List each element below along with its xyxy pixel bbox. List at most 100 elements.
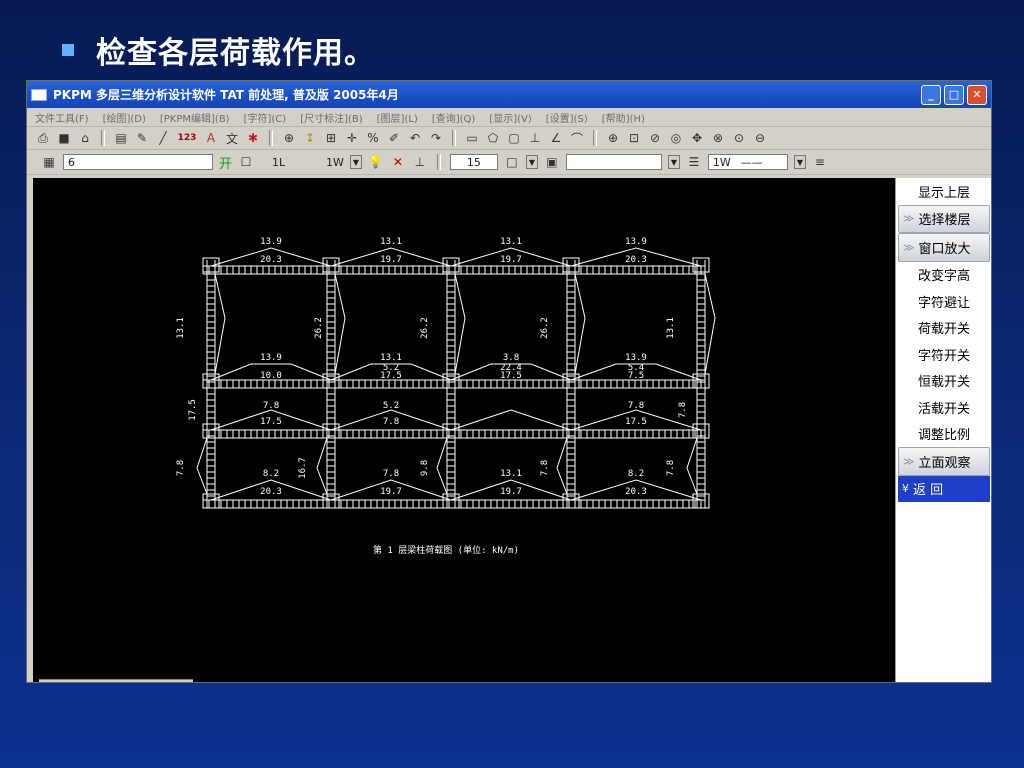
- zoom-extent-icon[interactable]: ⊗: [710, 130, 726, 146]
- lock-icon[interactable]: ⊥: [412, 154, 428, 170]
- side-item-load-toggle[interactable]: 荷载开关: [896, 315, 991, 342]
- box-icon[interactable]: ▢: [506, 130, 522, 146]
- chevron-down-icon[interactable]: ▼: [349, 155, 362, 169]
- column-load-line: [334, 273, 346, 375]
- chevron-down-icon[interactable]: ▼: [793, 155, 806, 169]
- menu-item[interactable]: [尺寸标注](B): [300, 110, 362, 125]
- open-icon[interactable]: ⌂: [77, 130, 93, 146]
- side-item-window-zoom[interactable]: ≫ 窗口放大: [898, 233, 990, 262]
- zoom-prev-icon[interactable]: ⊘: [647, 130, 663, 146]
- zoom-out-icon[interactable]: ⊖: [752, 130, 768, 146]
- load-value-label: 7.8: [383, 417, 399, 427]
- menu-item[interactable]: [显示](V): [489, 110, 531, 125]
- checkbox-icon[interactable]: ☐: [238, 154, 254, 170]
- color-swatch-icon[interactable]: □: [504, 154, 520, 170]
- slide-title: 检查各层荷载作用。: [62, 30, 375, 71]
- bulb-icon[interactable]: 💡: [368, 154, 384, 170]
- column-load-line: [436, 437, 448, 495]
- menu-lines-icon[interactable]: ≡: [812, 154, 828, 170]
- load-value-label: 13.1: [500, 237, 522, 247]
- zoom-all-icon[interactable]: ◎: [668, 130, 684, 146]
- menu-item[interactable]: [图层](L): [377, 110, 418, 125]
- column-box: [562, 257, 580, 273]
- zoom-dynamic-icon[interactable]: ✥: [689, 130, 705, 146]
- pen-icon[interactable]: ✐: [386, 130, 402, 146]
- redo-icon[interactable]: ↷: [428, 130, 444, 146]
- crosshair-icon[interactable]: ✛: [344, 130, 360, 146]
- load-value-label: 17.5: [260, 417, 282, 427]
- side-item-adjust-scale[interactable]: 调整比例: [896, 421, 991, 448]
- drawing-canvas[interactable]: 13.9 20.3 13.9 10.0 7.8 17.5 8.2 20.3 13.1 19.7 13…: [33, 178, 895, 682]
- number-input[interactable]: 15: [449, 154, 498, 170]
- side-item-live-load-toggle[interactable]: 活载开关: [896, 394, 991, 421]
- menu-item[interactable]: [查询](Q): [432, 110, 475, 125]
- load-value-label: 7.8: [540, 460, 550, 476]
- maximize-icon[interactable]: □: [944, 84, 964, 105]
- undo-icon[interactable]: ↶: [407, 130, 423, 146]
- load-value-label: 7.5: [628, 371, 644, 381]
- chevron-down-icon[interactable]: ▼: [667, 155, 680, 169]
- color-select[interactable]: [565, 154, 662, 170]
- rect-icon[interactable]: ▭: [464, 130, 480, 146]
- load-value-label: 7.8: [383, 469, 399, 479]
- delete-x-icon[interactable]: ✕: [390, 154, 406, 170]
- open-label[interactable]: 开: [219, 153, 232, 172]
- text-icon[interactable]: A: [203, 130, 219, 146]
- toolbar-separator: [101, 130, 105, 146]
- column-box: [322, 257, 340, 273]
- chevron-down-icon[interactable]: ▼: [525, 155, 538, 169]
- 123-icon[interactable]: 123: [176, 130, 198, 146]
- arc-icon[interactable]: ⌒: [569, 130, 585, 146]
- print-icon[interactable]: ⎙: [35, 130, 51, 146]
- side-item-return[interactable]: ¥ 返 回: [898, 475, 990, 502]
- line-tool-icon[interactable]: ⊥: [527, 130, 543, 146]
- menu-item[interactable]: [PKPM编辑](B): [160, 110, 230, 125]
- side-item-text-avoid[interactable]: 字符避让: [896, 288, 991, 315]
- menu-item[interactable]: [设置](S): [546, 110, 588, 125]
- menu-item[interactable]: [帮助](H): [602, 110, 645, 125]
- app-icon: [31, 88, 47, 101]
- move-icon[interactable]: ↕: [302, 130, 318, 146]
- brush-icon[interactable]: ✎: [134, 130, 150, 146]
- snap-icon[interactable]: %: [365, 130, 381, 146]
- save-icon[interactable]: ■: [56, 130, 72, 146]
- line-icon[interactable]: ╱: [155, 130, 171, 146]
- load-value-label: 8.2: [628, 469, 644, 479]
- redraw-icon[interactable]: ✱: [245, 130, 261, 146]
- column-load-line: [454, 273, 466, 375]
- grid-icon[interactable]: ⊞: [323, 130, 339, 146]
- layer-input[interactable]: 6: [63, 154, 213, 170]
- side-item-elevation-view[interactable]: ≫ 立面观察: [898, 447, 990, 476]
- side-item-dead-load-toggle[interactable]: 恒载开关: [896, 368, 991, 395]
- close-icon[interactable]: ✕: [967, 84, 987, 105]
- pan-icon[interactable]: ⊕: [281, 130, 297, 146]
- lineweight-value: 1W: [712, 155, 731, 169]
- layer-icon[interactable]: ▤: [113, 130, 129, 146]
- menu-item[interactable]: [绘图](D): [103, 110, 146, 125]
- minimize-icon[interactable]: _: [921, 84, 941, 105]
- layer-manager-icon[interactable]: ▦: [41, 154, 57, 170]
- load-triangle: [450, 409, 572, 431]
- side-item-show-upper[interactable]: 显示上层: [896, 178, 991, 205]
- window-titlebar[interactable]: PKPM 多层三维分析设计软件 TAT 前处理, 普及版 2005年4月 _ □…: [27, 81, 991, 108]
- column-load-line: [316, 437, 328, 495]
- load-value-label: 5.2: [383, 401, 399, 411]
- load-value-label: 13.9: [260, 237, 282, 247]
- load-value-label: 13.1: [666, 317, 676, 339]
- polygon-icon[interactable]: ⬠: [485, 130, 501, 146]
- lineweight-select[interactable]: 1W ——: [707, 154, 788, 170]
- chinese-icon[interactable]: 文: [224, 130, 240, 146]
- zoom-icon[interactable]: ⊙: [731, 130, 747, 146]
- side-item-select-floor[interactable]: ≫ 选择楼层: [898, 204, 990, 233]
- zoom-in-icon[interactable]: ⊕: [605, 130, 621, 146]
- side-item-font-height[interactable]: 改变字高: [896, 262, 991, 289]
- side-item-text-toggle[interactable]: 字符开关: [896, 341, 991, 368]
- zoom-window-icon[interactable]: ⊡: [626, 130, 642, 146]
- menu-item[interactable]: [字符](C): [244, 110, 287, 125]
- menu-item[interactable]: 文件工具(F): [35, 110, 89, 125]
- slide-title-text: 检查各层荷载作用。: [96, 36, 375, 71]
- linestyle-icon[interactable]: ☰: [686, 154, 702, 170]
- toolbar-properties: ▦ 6 开 ☐ 1L 1W ▼ 💡 ✕ ⊥ 15 □ ▼ ▣ ▼ ☰ 1W ——…: [27, 150, 991, 175]
- angle-icon[interactable]: ∠: [548, 130, 564, 146]
- palette-icon[interactable]: ▣: [544, 154, 560, 170]
